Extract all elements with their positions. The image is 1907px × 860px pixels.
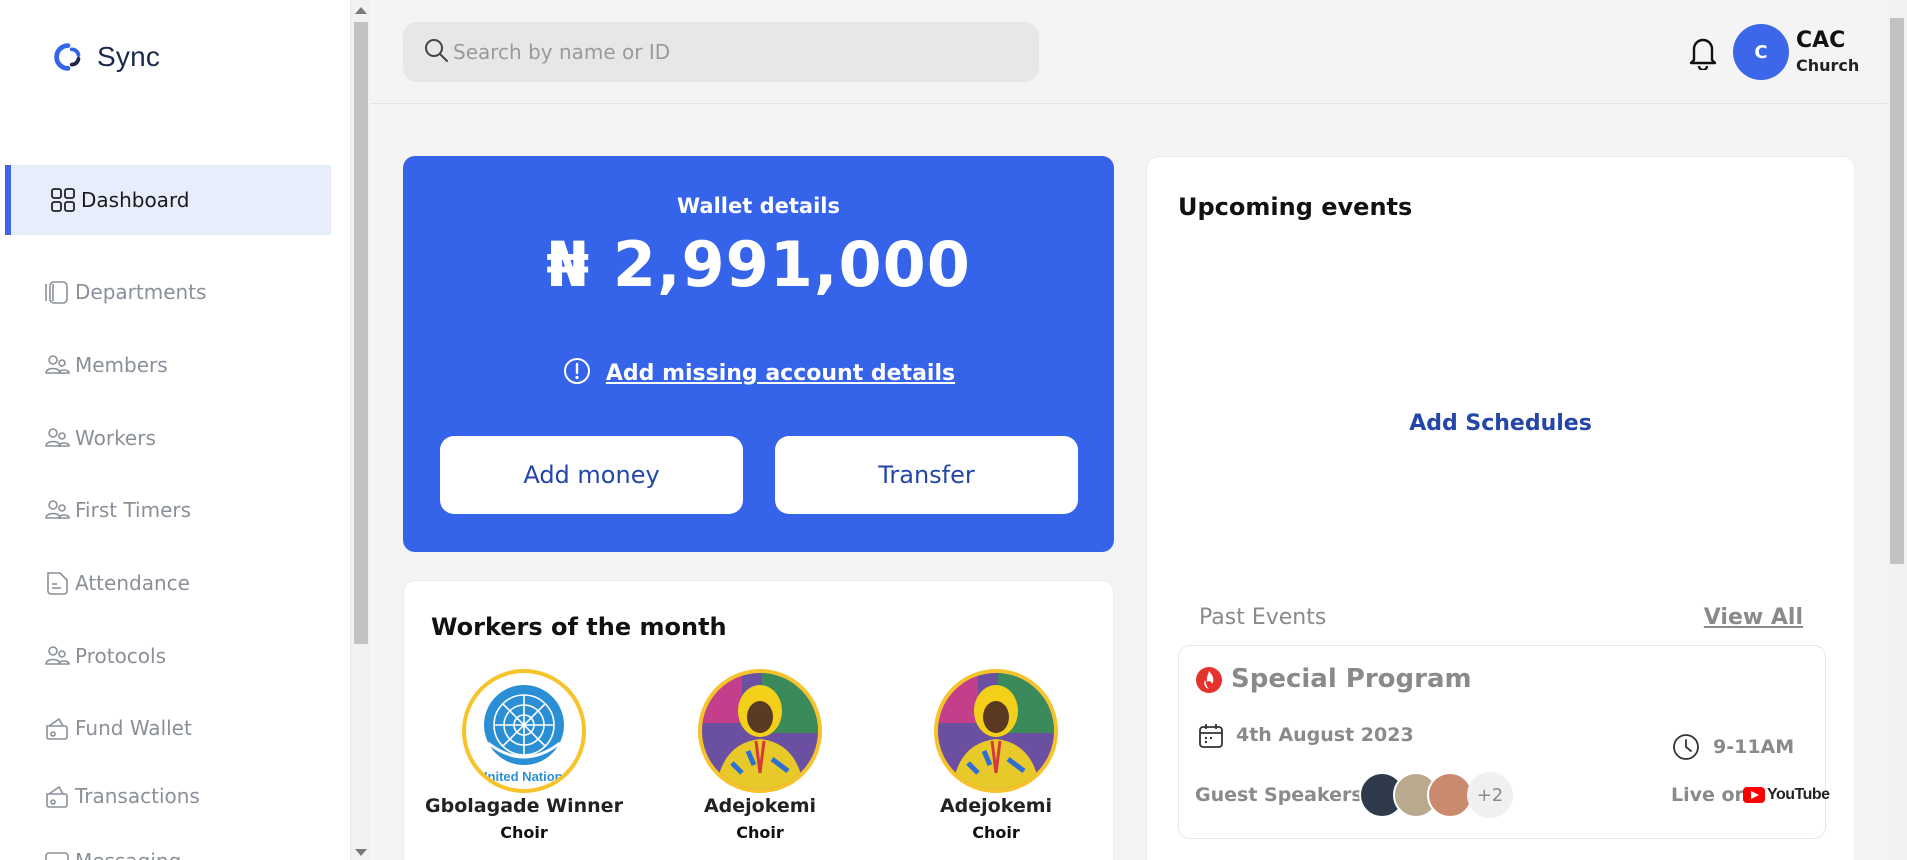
workers-title: Workers of the month: [431, 613, 727, 641]
scroll-down-arrow-icon[interactable]: [355, 849, 367, 856]
wallet-warning: Add missing account details: [403, 356, 1114, 390]
grid-icon: [49, 186, 77, 214]
info-circle-icon: [562, 356, 592, 390]
search-icon: [423, 37, 449, 67]
worker-role: Choir: [972, 823, 1020, 842]
past-event-card[interactable]: Special Program 4th August 2023 9-11AM G…: [1178, 645, 1830, 839]
search-input[interactable]: [453, 40, 1013, 64]
wallet-icon: [43, 782, 71, 810]
document-icon: [43, 569, 71, 597]
message-icon: [43, 847, 71, 860]
events-card: Upcoming events Add Schedules Past Event…: [1146, 156, 1855, 860]
worker-name: Gbolagade Winner: [425, 795, 623, 817]
sidebar-item-first-timers[interactable]: First Timers: [5, 475, 331, 545]
un-logo-caption: United Nations: [478, 769, 570, 784]
app-logo[interactable]: Sync: [49, 38, 160, 76]
sidebar-item-label: Dashboard: [81, 188, 190, 212]
sidebar-item-label: First Timers: [75, 498, 192, 522]
youtube-play-icon: [1743, 787, 1765, 803]
youtube-logo[interactable]: YouTube: [1743, 786, 1830, 804]
avatar[interactable]: C: [1733, 24, 1789, 80]
users-icon: [43, 424, 71, 452]
past-event-time: 9-11AM: [1713, 736, 1795, 758]
flame-icon: [1195, 666, 1223, 694]
sidebar-item-label: Attendance: [75, 571, 190, 595]
users-icon: [43, 496, 71, 524]
sidebar-item-transactions[interactable]: Transactions: [5, 761, 331, 831]
departments-icon: [43, 278, 71, 306]
sidebar-item-label: Members: [75, 353, 168, 377]
wallet-card: Wallet details ₦ 2,991,000 Add missing a…: [403, 156, 1114, 552]
youtube-wordmark: YouTube: [1767, 786, 1830, 803]
main-scrollbar[interactable]: [1887, 0, 1907, 860]
sidebar-item-label: Messaging: [75, 849, 181, 860]
past-events-label: Past Events: [1199, 605, 1327, 630]
sidebar-item-dashboard[interactable]: Dashboard: [5, 165, 331, 235]
wallet-icon: [43, 714, 71, 742]
past-event-title: Special Program: [1231, 664, 1472, 694]
sidebar-item-members[interactable]: Members: [5, 330, 331, 400]
clock-icon: [1671, 732, 1701, 762]
sidebar-item-label: Departments: [75, 280, 207, 304]
users-icon: [43, 351, 71, 379]
worker-card[interactable]: United Nations Gbolagade Winner Choir: [424, 669, 624, 842]
top-bar: C CAC Church: [371, 0, 1887, 104]
worker-photo-portrait: [934, 669, 1058, 793]
worker-name: Adejokemi: [939, 795, 1053, 817]
scroll-up-arrow-icon[interactable]: [355, 7, 367, 14]
add-account-details-link[interactable]: Add missing account details: [606, 361, 955, 386]
upcoming-events-title: Upcoming events: [1178, 193, 1413, 221]
worker-role: Choir: [500, 823, 548, 842]
sync-logo-icon: [49, 38, 87, 76]
sidebar-item-label: Protocols: [75, 644, 167, 668]
worker-photo-un-logo: United Nations: [462, 669, 586, 793]
sidebar-item-label: Workers: [75, 426, 156, 450]
bell-icon[interactable]: [1687, 34, 1719, 72]
sidebar-item-messaging[interactable]: Messaging: [5, 826, 331, 860]
user-name: CAC: [1796, 28, 1846, 53]
sidebar-item-label: Fund Wallet: [75, 716, 192, 740]
worker-card[interactable]: Adejokemi Choir: [660, 669, 860, 842]
sidebar-item-departments[interactable]: Departments: [5, 257, 331, 327]
wallet-balance: ₦ 2,991,000: [546, 228, 971, 301]
guest-speakers-label: Guest Speakers: [1195, 784, 1363, 806]
sidebar-item-workers[interactable]: Workers: [5, 403, 331, 473]
transfer-button[interactable]: Transfer: [775, 436, 1078, 514]
worker-photo-portrait: [698, 669, 822, 793]
add-money-button[interactable]: Add money: [440, 436, 743, 514]
workers-of-month-card: Workers of the month United Nations Gbol…: [403, 580, 1114, 860]
more-speakers-badge[interactable]: +2: [1467, 772, 1513, 818]
live-on-label: Live on: [1671, 784, 1749, 806]
sidebar-item-fund-wallet[interactable]: Fund Wallet: [5, 693, 331, 763]
sidebar: Sync Dashboard Departments Members Worke…: [0, 0, 350, 860]
sidebar-scrollbar-thumb[interactable]: [354, 22, 368, 644]
past-event-date: 4th August 2023: [1236, 724, 1414, 746]
worker-role: Choir: [736, 823, 784, 842]
calendar-icon: [1197, 722, 1225, 750]
search-bar[interactable]: [403, 22, 1039, 82]
users-icon: [43, 642, 71, 670]
sidebar-item-protocols[interactable]: Protocols: [5, 621, 331, 691]
view-all-link[interactable]: View All: [1704, 605, 1803, 630]
sidebar-scrollbar[interactable]: [350, 0, 370, 860]
sidebar-item-attendance[interactable]: Attendance: [5, 548, 331, 618]
sidebar-item-label: Transactions: [75, 784, 200, 808]
wallet-title: Wallet details: [677, 194, 840, 218]
main-scrollbar-thumb[interactable]: [1890, 18, 1904, 564]
worker-card[interactable]: Adejokemi Choir: [896, 669, 1096, 842]
app-name: Sync: [97, 41, 161, 72]
worker-name: Adejokemi: [703, 795, 817, 817]
add-schedules-link[interactable]: Add Schedules: [1147, 411, 1854, 436]
user-subtitle: Church: [1796, 56, 1860, 75]
